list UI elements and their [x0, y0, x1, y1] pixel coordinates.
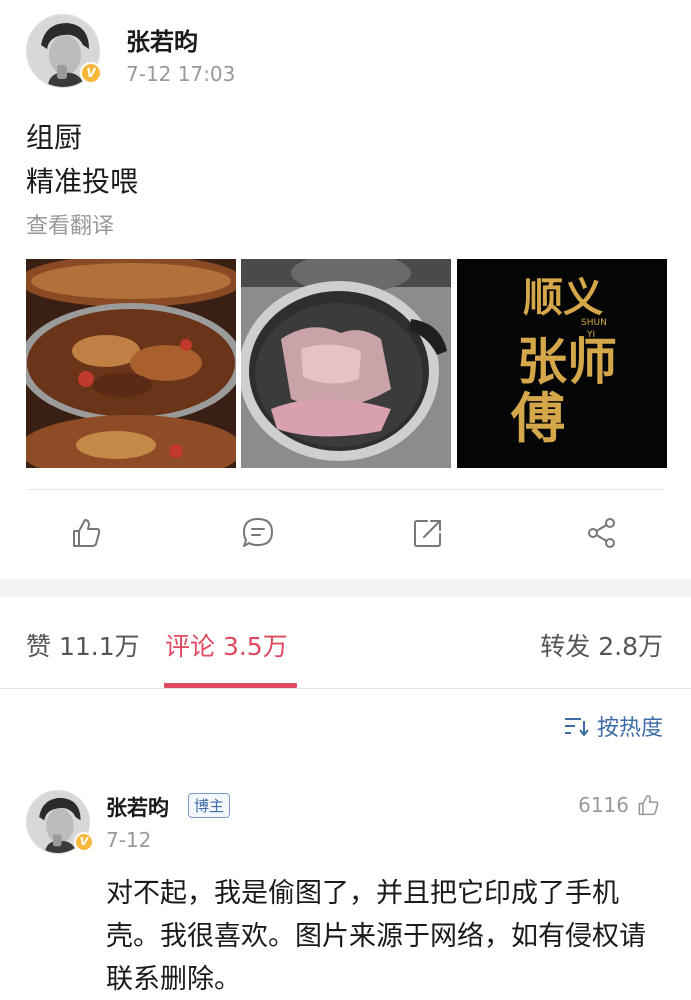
comment-like-count: 6116	[578, 793, 629, 817]
post-header: V 张若昀 7-12 17:03	[0, 0, 691, 100]
poster-subtitle: SHUN	[581, 318, 607, 328]
sort-icon	[564, 718, 589, 737]
comment-author-name[interactable]: 张若昀	[106, 792, 169, 822]
comment-text: 对不起，我是偷图了，并且把它印成了手机壳。我很喜欢。图片来源于网络，如有侵权请联…	[106, 878, 646, 995]
photo-grid: 顺义 SHUN YI 张师 傅	[26, 259, 667, 468]
comment-avatar[interactable]: V	[26, 790, 94, 854]
section-separator	[0, 579, 691, 597]
tab-likes[interactable]: 赞 11.1万	[26, 627, 140, 663]
comment-like-button[interactable]: 6116	[578, 792, 661, 818]
post-text: 组厨 精准投喂	[26, 116, 138, 204]
comment-date: 7-12	[106, 828, 152, 852]
divider	[26, 489, 665, 490]
photo-calligraphy-poster[interactable]: 顺义 SHUN YI 张师 傅	[457, 259, 667, 468]
comment-icon	[243, 518, 273, 547]
repost-button[interactable]	[410, 515, 450, 555]
share-icon	[588, 518, 615, 548]
active-tab-indicator	[164, 683, 297, 688]
photo-braised-dish[interactable]	[26, 259, 236, 468]
tab-reposts[interactable]: 转发 2.8万	[540, 627, 663, 663]
poster-title-bottom: 傅	[510, 386, 565, 450]
poster-badge: 博主	[188, 793, 231, 818]
like-button[interactable]	[68, 515, 108, 555]
verified-icon: V	[80, 62, 102, 84]
sort-label: 按热度	[596, 716, 663, 741]
share-button[interactable]	[584, 515, 624, 555]
comment-button[interactable]	[240, 515, 280, 555]
thumbs-up-icon	[73, 519, 101, 547]
tab-comments[interactable]: 评论 3.5万	[165, 627, 288, 663]
author-avatar[interactable]: V	[26, 14, 102, 88]
author-name[interactable]: 张若昀	[126, 22, 198, 57]
photo-pork-in-pot[interactable]	[241, 259, 451, 468]
interaction-tabs: 赞 11.1万 评论 3.5万 转发 2.8万	[0, 597, 691, 689]
thumbs-up-icon	[638, 794, 659, 816]
comment-item: V 张若昀 博主 7-12 6116 对不起，我是偷图了，并且把它印成了手机壳。…	[0, 780, 691, 1000]
sort-by-heat-button[interactable]: 按热度	[563, 710, 663, 742]
translate-link[interactable]: 查看翻译	[26, 208, 114, 240]
repost-icon	[414, 520, 441, 547]
comment-verified-icon: V	[74, 832, 94, 852]
post-time: 7-12 17:03	[126, 62, 236, 86]
poster-title-middle: 张师	[517, 332, 617, 391]
post-text-line-2: 精准投喂	[26, 165, 139, 198]
action-bar	[0, 505, 691, 565]
post-text-line-1: 组厨	[26, 121, 83, 154]
poster-title-top: 顺义	[523, 274, 603, 321]
